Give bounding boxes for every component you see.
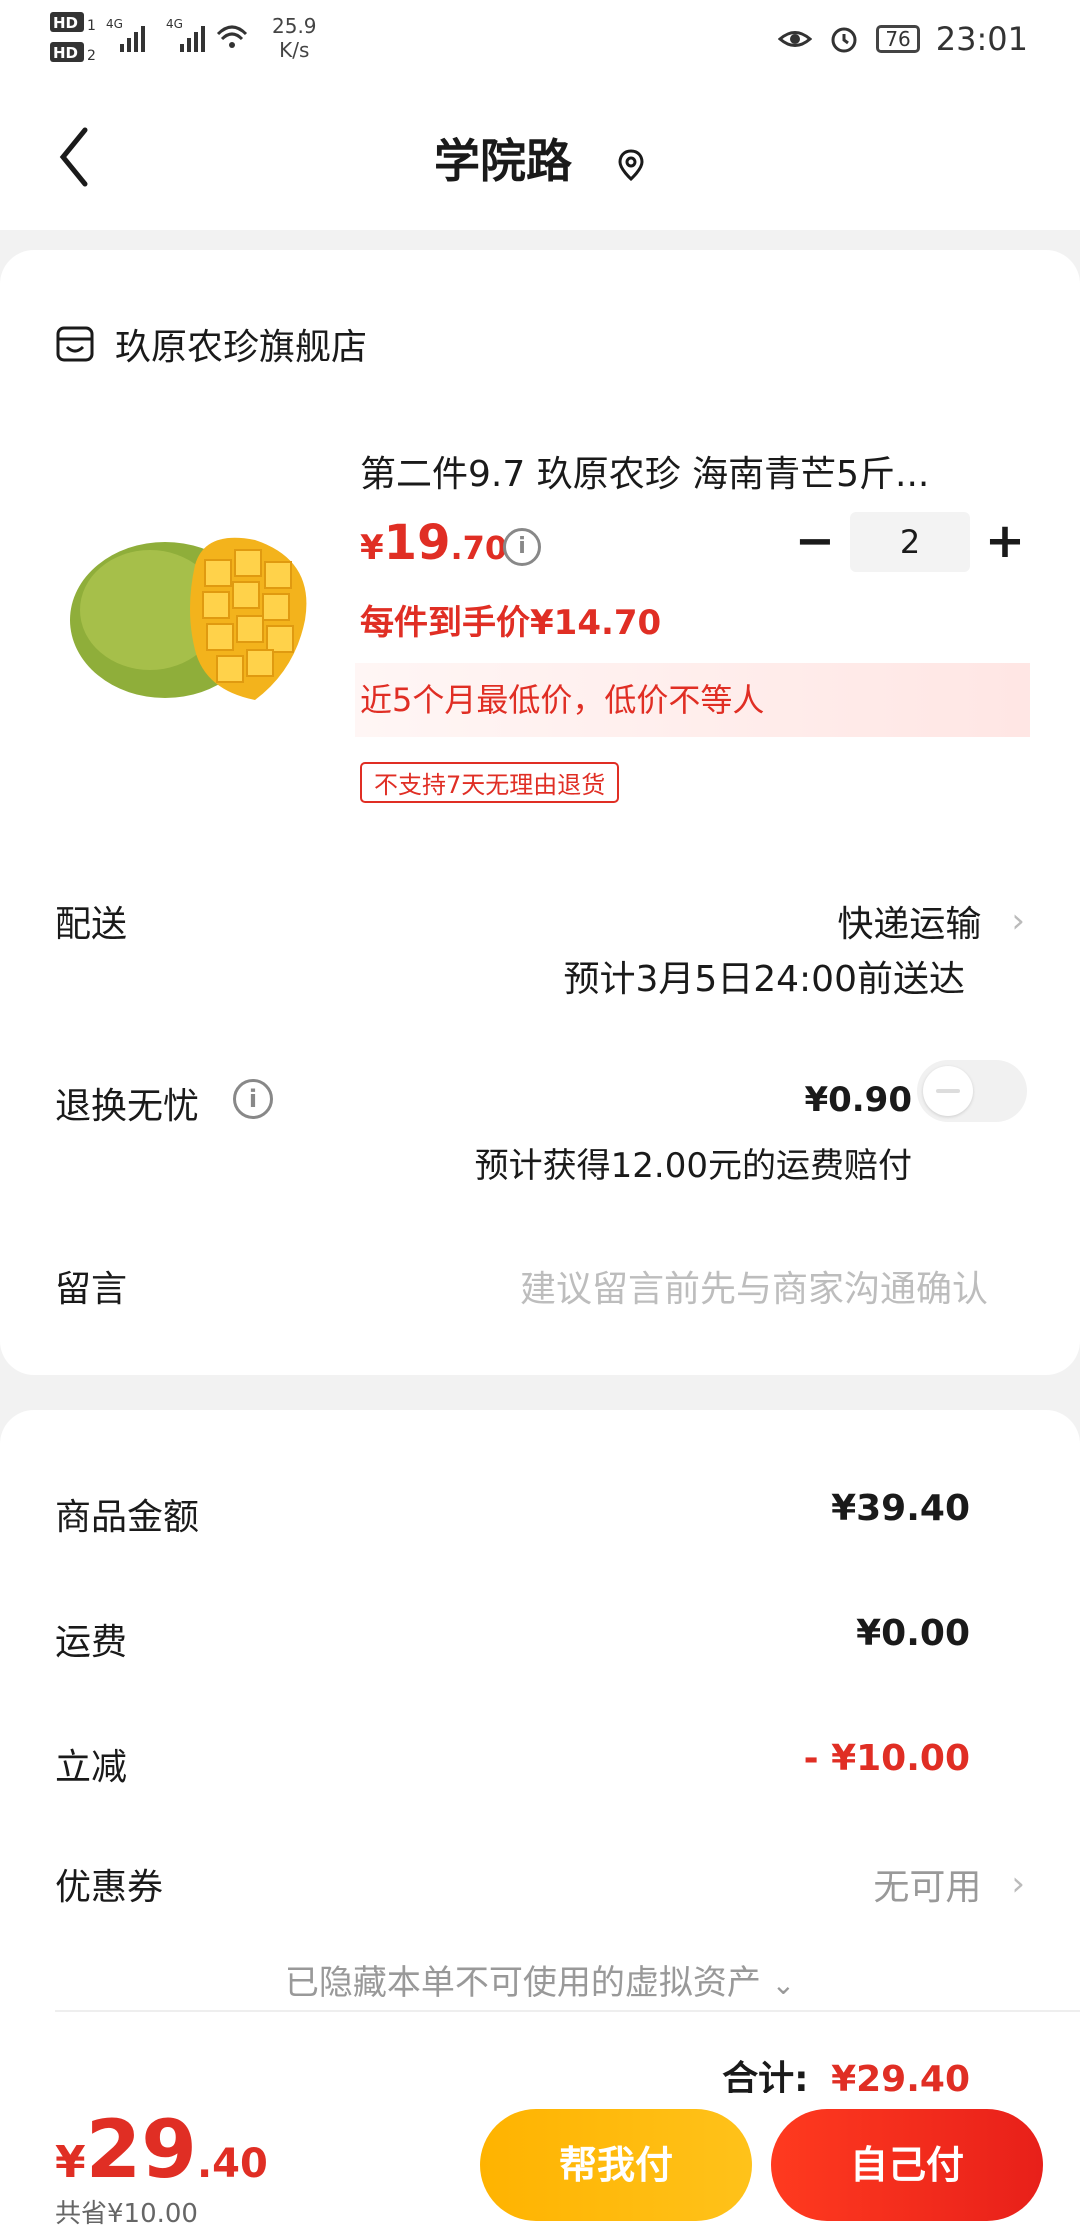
help-pay-button[interactable]: 帮我付 xyxy=(480,2109,752,2221)
signal-icon: HD 1 HD 2 4G 4G xyxy=(50,12,248,64)
store-icon xyxy=(56,326,94,362)
message-input[interactable]: 建议留言前先与商家沟通确认 xyxy=(520,1260,988,1312)
delivery-method-row[interactable]: 快递运输 › xyxy=(837,895,1025,947)
net-speed: 25.9 K/s xyxy=(272,14,317,62)
insurance-toggle[interactable] xyxy=(917,1060,1027,1122)
page-title: 学院路 xyxy=(433,134,572,188)
price-currency: ¥ xyxy=(360,528,384,568)
price-integer: 19 xyxy=(383,515,451,571)
message-label: 留言 xyxy=(55,1269,128,1310)
product-price: ¥19.70 xyxy=(360,515,507,571)
goods-amount-value: ¥39.40 xyxy=(831,1488,970,1529)
store-row[interactable]: 玖原农珍旗舰店 xyxy=(55,318,367,370)
product-image[interactable] xyxy=(55,470,325,740)
pay-decimal: .40 xyxy=(196,2141,268,2187)
delivery-label: 配送 xyxy=(55,904,128,945)
price-decimal: .70 xyxy=(450,529,508,567)
insurance-price: ¥0.90 xyxy=(804,1080,912,1120)
delivery-eta: 预计3月5日24:00前送达 xyxy=(563,959,965,1000)
mango-image xyxy=(70,537,307,700)
coupon-label: 优惠券 xyxy=(55,1867,164,1908)
eye-icon xyxy=(778,31,813,47)
location-pin-icon xyxy=(618,148,644,181)
saved-amount: 共省¥10.00 xyxy=(55,2199,198,2229)
self-pay-button[interactable]: 自己付 xyxy=(771,2109,1043,2221)
insurance-desc: 预计获得12.00元的运费赔付 xyxy=(474,1146,912,1186)
nav-header: 学院路 xyxy=(0,80,1080,230)
increase-button[interactable]: + xyxy=(970,512,1040,572)
pay-currency: ¥ xyxy=(55,2137,86,2188)
clock: 23:01 xyxy=(935,20,1028,58)
svg-text:4G: 4G xyxy=(106,17,123,31)
chevron-down-icon: ⌄ xyxy=(771,1968,796,2001)
decrease-button[interactable]: − xyxy=(780,512,850,572)
svg-text:1: 1 xyxy=(87,18,96,34)
unit-price: 每件到手价¥14.70 xyxy=(360,603,662,643)
battery-indicator: 76 xyxy=(876,25,920,53)
shipping-value: ¥0.00 xyxy=(856,1613,970,1654)
signal-indicators: HD 1 HD 2 4G 4G xyxy=(50,12,270,77)
hidden-assets-toggle[interactable]: 已隐藏本单不可使用的虚拟资产 ⌄ xyxy=(0,1955,1080,2004)
net-speed-value: 25.9 xyxy=(272,14,317,38)
discount-value: - ¥10.00 xyxy=(803,1738,970,1779)
divider xyxy=(55,2010,1080,2012)
insurance-info-icon[interactable]: i xyxy=(233,1079,273,1119)
product-name[interactable]: 第二件9.7 玖原农珍 海南青芒5斤... xyxy=(360,445,929,497)
status-bar: HD 1 HD 2 4G 4G 25.9 K/s 76 23:01 xyxy=(0,0,1080,80)
refund-badge: 不支持7天无理由退货 xyxy=(360,762,620,803)
shipping-label: 运费 xyxy=(55,1622,128,1663)
pay-integer: 29 xyxy=(85,2103,197,2196)
quantity-value[interactable]: 2 xyxy=(850,512,970,572)
goods-amount-label: 商品金额 xyxy=(55,1497,200,1538)
toggle-knob xyxy=(923,1066,973,1116)
svg-text:HD: HD xyxy=(53,14,78,32)
coupon-value: 无可用 xyxy=(873,1867,982,1908)
hidden-assets-text: 已隐藏本单不可使用的虚拟资产 xyxy=(284,1963,761,2003)
return-insurance-label: 退换无忧 xyxy=(55,1086,200,1127)
alarm-icon xyxy=(831,27,857,53)
discount-label: 立减 xyxy=(55,1747,128,1788)
order-item-card: 玖原农珍旗舰店 第二件9.7 玖原农珍 海南青芒5斤... ¥19.70 i −… xyxy=(0,250,1080,1375)
svg-text:4G: 4G xyxy=(166,17,183,31)
coupon-row[interactable]: 无可用 › xyxy=(873,1858,1025,1910)
price-info-icon[interactable]: i xyxy=(503,528,541,566)
store-name: 玖原农珍旗舰店 xyxy=(115,327,368,368)
pay-amount: ¥29.40 xyxy=(55,2103,268,2196)
svg-text:2: 2 xyxy=(87,48,96,64)
chevron-right-icon: › xyxy=(1011,901,1025,941)
svg-text:HD: HD xyxy=(53,44,78,62)
quantity-stepper: − 2 + xyxy=(780,512,1040,572)
low-price-banner: 近5个月最低价，低价不等人 xyxy=(355,663,1030,737)
net-speed-unit: K/s xyxy=(279,38,310,62)
address-title[interactable]: 学院路 xyxy=(0,125,1080,191)
delivery-method: 快递运输 xyxy=(837,904,982,945)
checkout-bar: ¥29.40 共省¥10.00 帮我付 自己付 xyxy=(0,2093,1080,2240)
chevron-right-icon: › xyxy=(1011,1864,1025,1904)
status-right: 76 23:01 xyxy=(778,20,1028,58)
